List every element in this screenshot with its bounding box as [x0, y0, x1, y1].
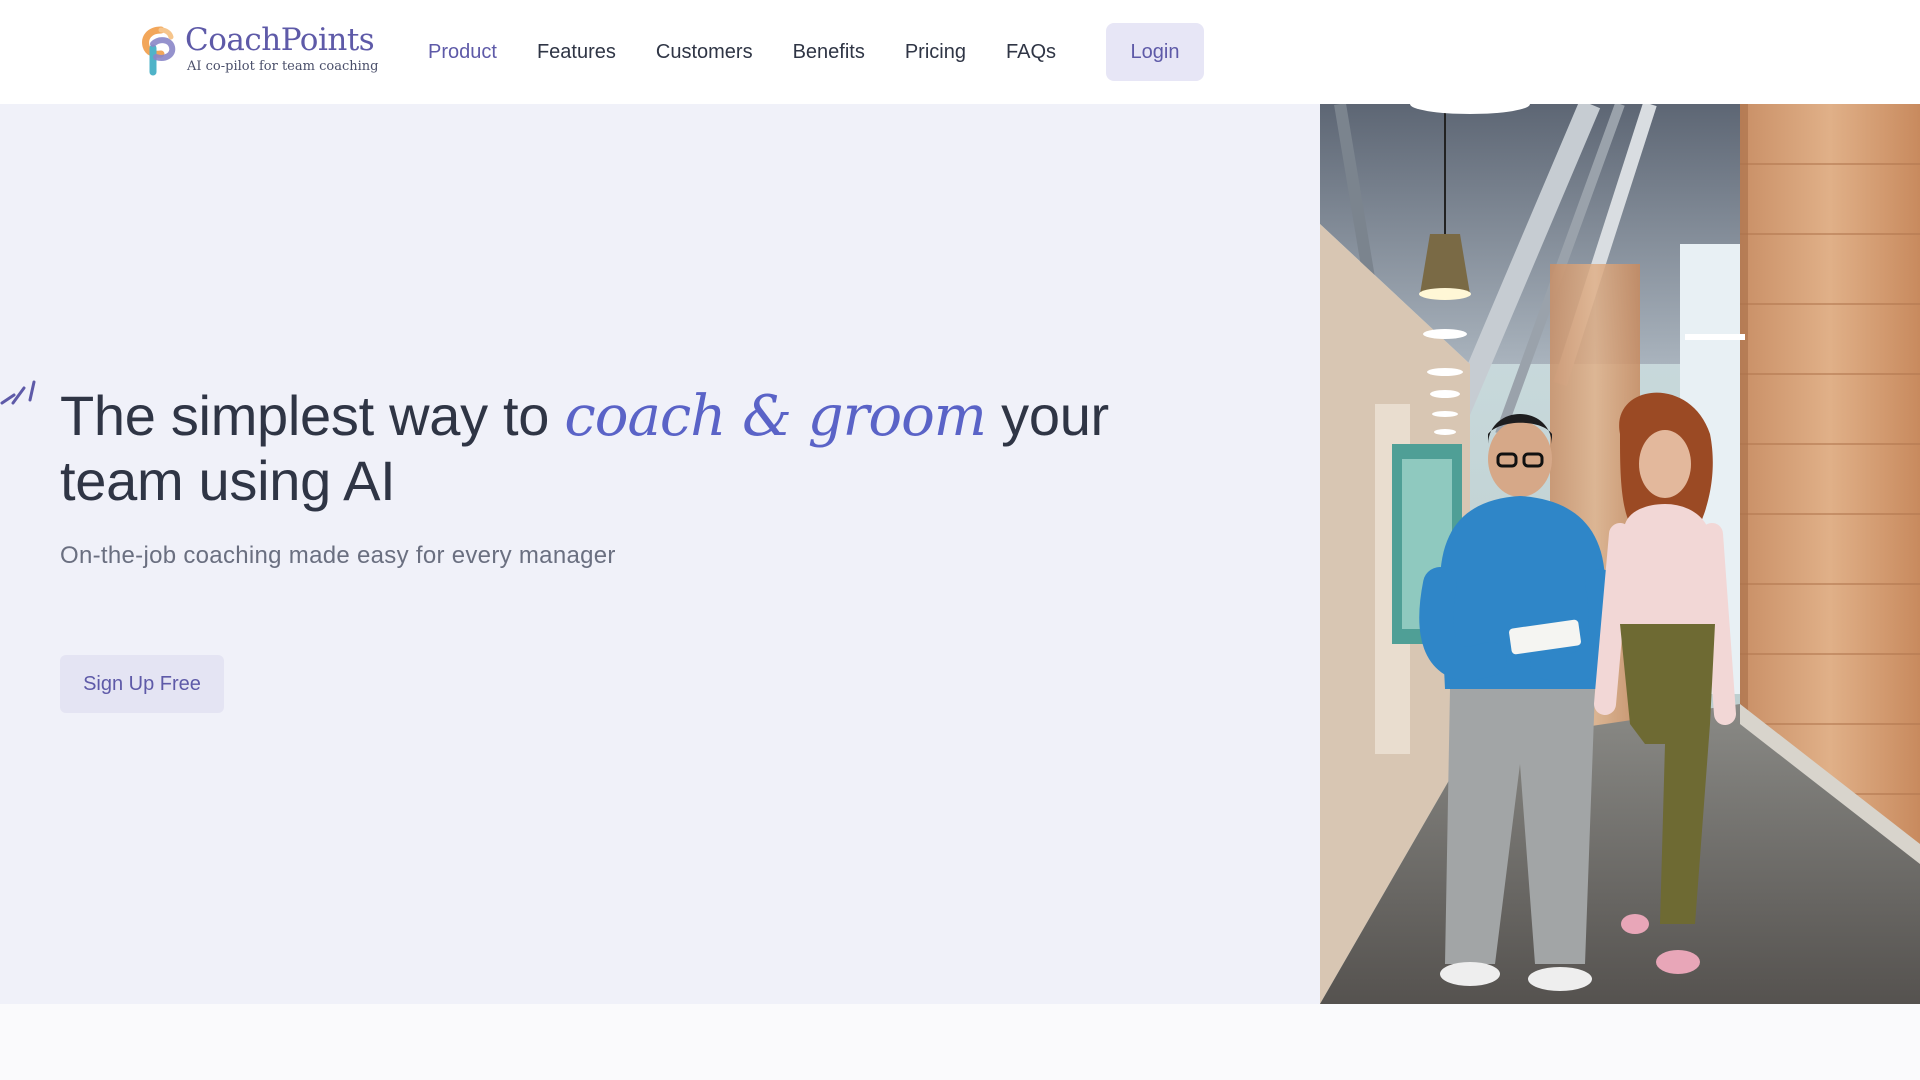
- nav-pricing[interactable]: Pricing: [905, 41, 966, 64]
- signup-button[interactable]: Sign Up Free: [60, 655, 224, 713]
- nav-features[interactable]: Features: [537, 41, 616, 64]
- main-nav: Product Features Customers Benefits Pric…: [428, 23, 1096, 81]
- nav-customers[interactable]: Customers: [656, 41, 753, 64]
- nav-faqs[interactable]: FAQs: [1006, 41, 1056, 64]
- login-button[interactable]: Login: [1106, 23, 1204, 81]
- next-section-strip: [0, 1004, 1920, 1080]
- hero-title-start: The simplest way to: [60, 384, 565, 447]
- cp-logo-icon: [142, 26, 176, 76]
- brand-logo[interactable]: CoachPoints AI co-pilot for team coachin…: [139, 22, 378, 82]
- site-header: CoachPoints AI co-pilot for team coachin…: [0, 0, 1920, 104]
- hero-title-accent: coach & groom: [564, 384, 986, 449]
- sparkle-icon: [0, 380, 36, 405]
- hero-section: The simplest way to coach & groom your t…: [0, 104, 1320, 1004]
- nav-benefits[interactable]: Benefits: [793, 41, 865, 64]
- brand-name: CoachPoints: [185, 22, 375, 58]
- hero-photo: [1320, 104, 1920, 1004]
- nav-product[interactable]: Product: [428, 41, 497, 64]
- brand-tagline: AI co-pilot for team coaching: [187, 59, 379, 74]
- hero-title: The simplest way to coach & groom your t…: [60, 384, 1160, 513]
- office-corridor-photo: [1320, 104, 1920, 1004]
- hero-subtitle: On-the-job coaching made easy for every …: [60, 542, 616, 569]
